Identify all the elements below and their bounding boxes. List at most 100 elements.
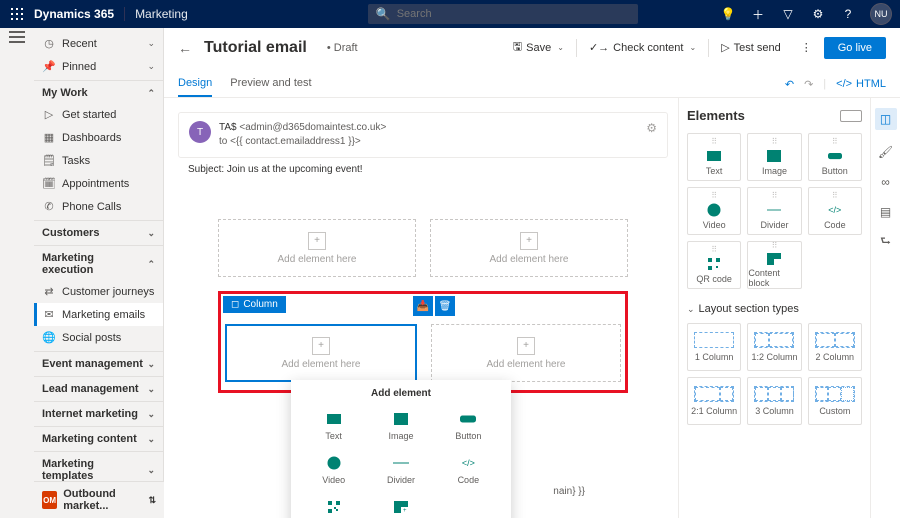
elements-tab-icon[interactable]: ◫ — [875, 108, 897, 130]
element-divider[interactable]: ⠿Divider — [747, 187, 801, 235]
inbox-icon[interactable]: 📥 — [413, 296, 433, 316]
element-button[interactable]: ⠿Button — [808, 133, 862, 181]
from-name: TA$ — [219, 122, 237, 133]
nav-label: Phone Calls — [62, 201, 121, 213]
dropzone[interactable]: +Add element here — [430, 219, 628, 277]
grip-icon: ⠿ — [832, 192, 838, 200]
section-internet-marketing[interactable]: Internet marketing⌄ — [34, 401, 163, 424]
popup-item-image[interactable]: Image — [368, 405, 433, 447]
dropzone[interactable]: +Add element here — [218, 219, 416, 277]
filter-icon[interactable]: ▽ — [780, 6, 796, 22]
check-icon: ✓→ — [589, 41, 609, 54]
layout-3-column[interactable]: 3 Column — [747, 377, 801, 425]
nav-customer-journeys[interactable]: ⇄Customer journeys — [34, 280, 163, 303]
section-event-mgmt[interactable]: Event management⌄ — [34, 351, 163, 374]
layout-custom[interactable]: Custom — [808, 377, 862, 425]
nav-marketing-emails[interactable]: ✉Marketing emails — [34, 303, 163, 326]
section-marketing-content[interactable]: Marketing content⌄ — [34, 426, 163, 449]
video-icon — [707, 203, 721, 217]
html-toggle[interactable]: </>HTML — [836, 78, 886, 90]
popup-item-code[interactable]: </>Code — [436, 449, 501, 491]
layout-2-1-column[interactable]: 2:1 Column — [687, 377, 741, 425]
element-video[interactable]: ⠿Video — [687, 187, 741, 235]
layout-1-column[interactable]: 1 Column — [687, 323, 741, 371]
connections-tab-icon[interactable]: ∞ — [878, 174, 894, 190]
nav-phone-calls[interactable]: ✆Phone Calls — [34, 195, 163, 218]
check-content-button[interactable]: ✓→Check content⌄ — [581, 37, 704, 58]
element-qrcode[interactable]: ⠿QR code — [687, 241, 741, 289]
test-send-button[interactable]: ▷Test send — [713, 37, 789, 58]
section-lead-mgmt[interactable]: Lead management⌄ — [34, 376, 163, 399]
go-live-button[interactable]: Go live — [824, 37, 886, 59]
undo-button[interactable]: ↶ — [785, 78, 794, 91]
nav-get-started[interactable]: ▷Get started — [34, 103, 163, 126]
chevron-down-icon: ⌄ — [689, 43, 696, 52]
header-settings-icon[interactable]: ⚙ — [646, 121, 657, 149]
panel-toggle[interactable] — [840, 110, 862, 122]
back-button[interactable]: ← — [178, 40, 192, 56]
element-code[interactable]: ⠿</>Code — [808, 187, 862, 235]
dropzone-selected[interactable]: +Add element here — [225, 324, 417, 382]
popup-item-video[interactable]: Video — [301, 449, 366, 491]
element-text[interactable]: ⠿AbcText — [687, 133, 741, 181]
nav-label: Pinned — [62, 61, 96, 73]
main-content: ← Tutorial email • Draft 🖫Save⌄ ✓→Check … — [164, 28, 900, 518]
element-content-block[interactable]: ⠿Content block — [747, 241, 801, 289]
area-switcher[interactable]: OM Outbound market... ⇅ — [34, 481, 164, 518]
search-icon: 🔍 — [376, 7, 391, 21]
email-header[interactable]: T TA$ <admin@d365domaintest.co.uk> to <{… — [178, 112, 668, 158]
layout-preview — [815, 332, 855, 348]
tab-design[interactable]: Design — [178, 71, 212, 97]
clipboard-icon: 🗒 — [42, 154, 56, 167]
area-label: Outbound market... — [63, 488, 148, 512]
item-label: 1:2 Column — [751, 352, 797, 362]
global-search[interactable]: 🔍 — [368, 4, 638, 24]
save-button[interactable]: 🖫Save⌄ — [505, 34, 572, 61]
hamburger-icon[interactable] — [9, 36, 25, 38]
nav-dashboards[interactable]: ▦Dashboards — [34, 126, 163, 149]
popup-item-text[interactable]: AbcText — [301, 405, 366, 447]
email-icon: ✉ — [42, 308, 56, 321]
tab-preview[interactable]: Preview and test — [230, 71, 311, 97]
help-icon[interactable]: ? — [840, 6, 856, 22]
app-launcher-icon[interactable] — [8, 5, 26, 23]
delete-icon[interactable]: 🗑 — [435, 296, 455, 316]
popup-item-button[interactable]: Button — [436, 405, 501, 447]
page-title: Tutorial email — [204, 39, 307, 57]
item-label: Video — [703, 220, 726, 230]
ab-test-tab-icon[interactable]: ⮑ — [878, 234, 894, 250]
popup-item-divider[interactable]: Divider — [368, 449, 433, 491]
history-tab-icon[interactable]: ▤ — [878, 204, 894, 220]
popup-item-qrcode[interactable]: QR code — [301, 493, 366, 518]
nav-recent[interactable]: ◷Recent⌄ — [34, 32, 163, 55]
add-icon[interactable]: ＋ — [750, 6, 766, 22]
svg-text:Abc: Abc — [710, 154, 720, 160]
popup-title: Add element — [301, 388, 501, 399]
more-button[interactable]: ⋮ — [793, 37, 820, 58]
section-my-work[interactable]: My Work⌃ — [34, 80, 163, 103]
layout-section-header[interactable]: ⌄Layout section types — [687, 303, 862, 315]
assistant-icon[interactable]: 💡 — [720, 6, 736, 22]
nav-pinned[interactable]: 📌Pinned⌄ — [34, 55, 163, 78]
settings-icon[interactable]: ⚙ — [810, 6, 826, 22]
search-input[interactable] — [397, 8, 630, 20]
content-block-icon — [767, 253, 781, 265]
plus-icon: + — [520, 232, 538, 250]
section-label: Lead management — [42, 383, 139, 395]
section-marketing-execution[interactable]: Marketing execution⌃ — [34, 245, 163, 280]
styles-tab-icon[interactable]: 🖌 — [878, 144, 894, 160]
left-rail — [0, 28, 34, 518]
popup-item-content-block[interactable]: +Content block — [368, 493, 433, 518]
dropzone[interactable]: +Add element here — [431, 324, 621, 382]
section-customers[interactable]: Customers⌄ — [34, 220, 163, 243]
text-icon: Abc — [326, 411, 342, 427]
nav-appointments[interactable]: 🗓Appointments — [34, 172, 163, 195]
nav-social-posts[interactable]: 🌐Social posts — [34, 326, 163, 349]
nav-tasks[interactable]: 🗒Tasks — [34, 149, 163, 172]
user-avatar[interactable]: NU — [870, 3, 892, 25]
column-label[interactable]: ◻ Column — [223, 296, 286, 313]
layout-2-column[interactable]: 2 Column — [808, 323, 862, 371]
redo-button[interactable]: ↷ — [804, 78, 813, 91]
element-image[interactable]: ⠿Image — [747, 133, 801, 181]
layout-1-2-column[interactable]: 1:2 Column — [747, 323, 801, 371]
